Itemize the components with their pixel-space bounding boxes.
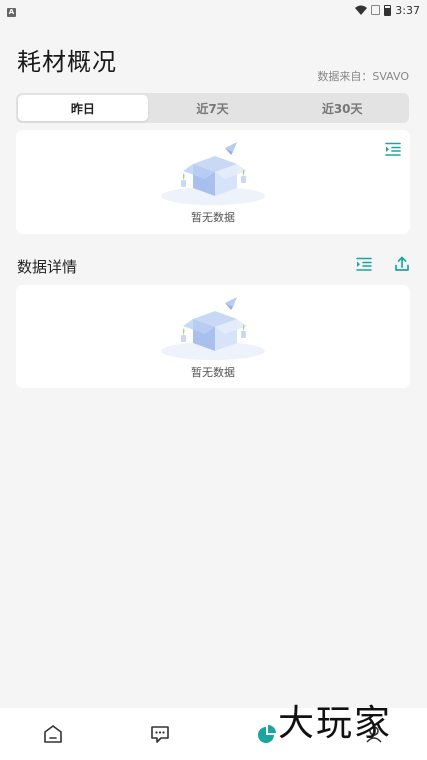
overview-card: 暂无数据: [16, 130, 410, 234]
empty-state: 暂无数据: [16, 138, 410, 225]
nav-statistics[interactable]: [214, 708, 321, 760]
section-actions: [355, 255, 411, 273]
section-title: 数据详情: [17, 258, 78, 276]
bottom-nav: [0, 708, 427, 760]
battery-icon: [384, 4, 392, 16]
app-notification-icon: A: [7, 7, 16, 17]
empty-text: 暂无数据: [191, 366, 235, 379]
status-right: 3:37: [355, 4, 420, 17]
tab-yesterday[interactable]: 昨日: [18, 95, 148, 121]
empty-box-illustration: [161, 142, 265, 205]
empty-text: 暂无数据: [191, 211, 235, 224]
nav-home[interactable]: [0, 708, 107, 760]
wifi-icon: [355, 5, 368, 15]
export-icon[interactable]: [393, 255, 411, 273]
message-icon: [151, 726, 169, 743]
period-tabs: 昨日 近7天 近30天: [16, 93, 409, 123]
nav-profile[interactable]: [320, 708, 427, 760]
empty-state: 暂无数据: [16, 293, 410, 380]
list-indent-icon[interactable]: [355, 255, 373, 273]
nav-messages[interactable]: [107, 708, 214, 760]
tab-last-7-days[interactable]: 近7天: [148, 95, 278, 121]
page-title: 耗材概况: [17, 48, 117, 76]
status-bar: A 3:37: [0, 0, 427, 20]
empty-box-illustration: [161, 297, 265, 360]
pie-chart-icon: [257, 725, 276, 743]
details-card: 暂无数据: [16, 285, 410, 388]
status-time: 3:37: [395, 3, 420, 17]
home-icon: [44, 725, 63, 743]
data-source-label: 数据来自：SVAVO: [317, 70, 409, 83]
notification-muted-icon: [371, 5, 381, 15]
tab-last-30-days[interactable]: 近30天: [277, 95, 407, 121]
profile-icon: [366, 726, 382, 743]
status-left: A: [7, 4, 16, 17]
